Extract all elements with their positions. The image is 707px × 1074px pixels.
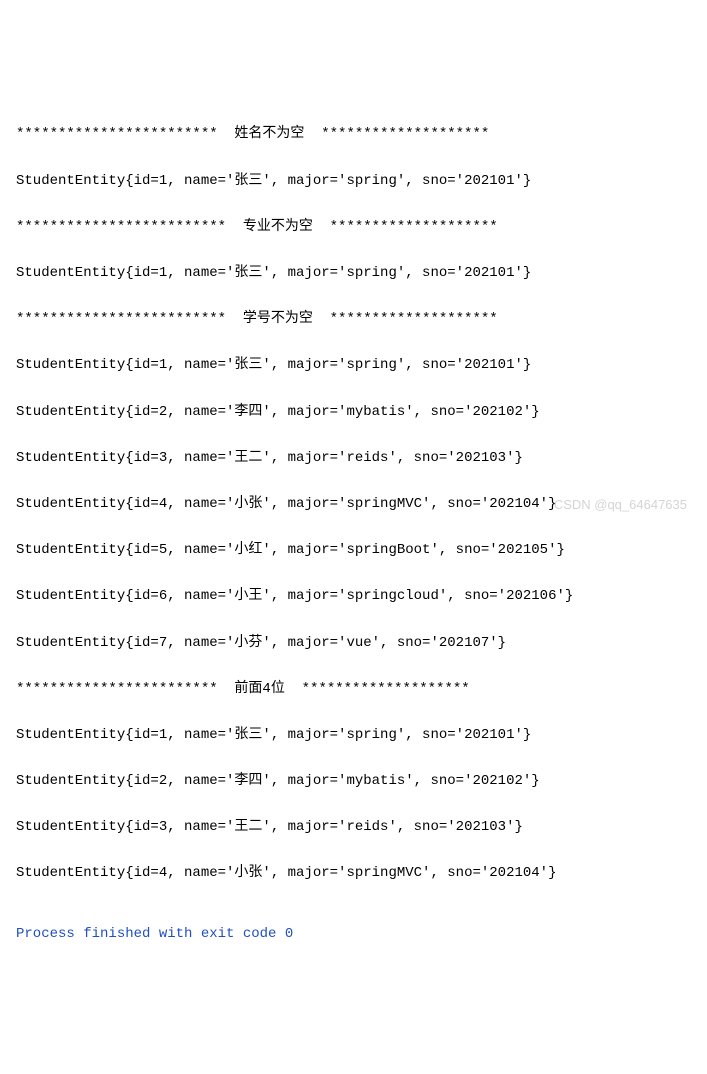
console-line: ************************* 学号不为空 ********… (16, 308, 691, 331)
console-line: StudentEntity{id=3, name='王二', major='re… (16, 816, 691, 839)
console-output: ************************ 姓名不为空 *********… (16, 100, 691, 968)
console-line: StudentEntity{id=1, name='张三', major='sp… (16, 170, 691, 193)
console-line: StudentEntity{id=2, name='李四', major='my… (16, 401, 691, 424)
console-line: StudentEntity{id=1, name='张三', major='sp… (16, 724, 691, 747)
console-line: StudentEntity{id=1, name='张三', major='sp… (16, 354, 691, 377)
console-line: StudentEntity{id=7, name='小芬', major='vu… (16, 632, 691, 655)
console-line: StudentEntity{id=6, name='小王', major='sp… (16, 585, 691, 608)
console-line: StudentEntity{id=1, name='张三', major='sp… (16, 262, 691, 285)
console-line: StudentEntity{id=4, name='小张', major='sp… (16, 862, 691, 885)
process-exit-message: Process finished with exit code 0 (16, 923, 691, 946)
console-line: StudentEntity{id=2, name='李四', major='my… (16, 770, 691, 793)
console-line: ************************ 姓名不为空 *********… (16, 123, 691, 146)
console-line: StudentEntity{id=4, name='小张', major='sp… (16, 493, 691, 516)
console-line: StudentEntity{id=3, name='王二', major='re… (16, 447, 691, 470)
console-line: ************************ 前面4位 **********… (16, 678, 691, 701)
console-line: ************************* 专业不为空 ********… (16, 216, 691, 239)
console-line: StudentEntity{id=5, name='小红', major='sp… (16, 539, 691, 562)
